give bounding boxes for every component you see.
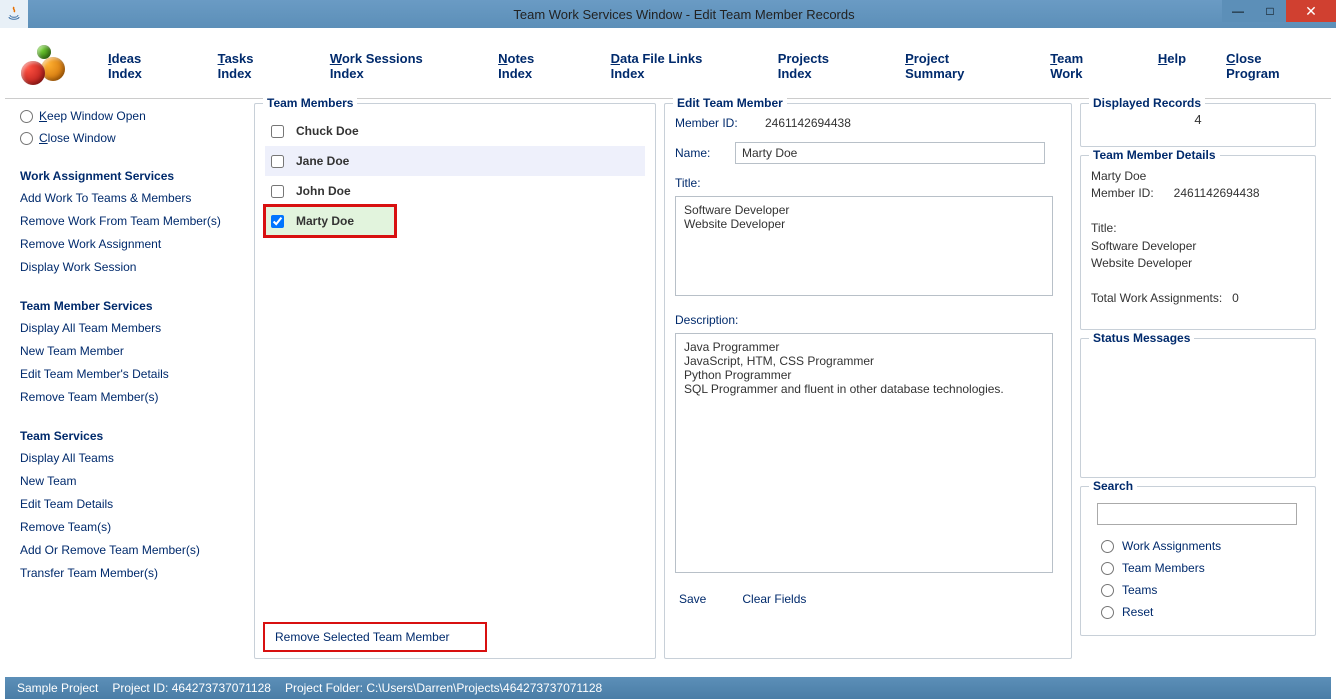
menu-team-work[interactable]: Team Work — [1050, 51, 1118, 81]
menu-tasks-index[interactable]: Tasks Index — [218, 51, 290, 81]
search-input[interactable] — [1097, 503, 1297, 525]
link-display-teams[interactable]: Display All Teams — [20, 451, 242, 465]
link-new-team[interactable]: New Team — [20, 474, 242, 488]
search-radio-teams[interactable]: Teams — [1101, 583, 1305, 597]
menu-notes-index[interactable]: Notes Index — [498, 51, 570, 81]
member-checkbox[interactable] — [271, 185, 284, 198]
link-transfer-members[interactable]: Transfer Team Member(s) — [20, 566, 242, 580]
link-remove-work-member[interactable]: Remove Work From Team Member(s) — [20, 214, 242, 228]
section-team: Team Services — [20, 429, 242, 443]
member-checkbox[interactable] — [271, 125, 284, 138]
title-label: Title: — [675, 176, 1061, 190]
link-remove-teams[interactable]: Remove Team(s) — [20, 520, 242, 534]
description-label: Description: — [675, 313, 1061, 327]
menu-projects-index[interactable]: Projects Index — [778, 51, 865, 81]
search-panel: Search Work Assignments Team Members Tea… — [1080, 486, 1316, 636]
link-add-work[interactable]: Add Work To Teams & Members — [20, 191, 242, 205]
search-radio-team-members[interactable]: Team Members — [1101, 561, 1305, 575]
status-messages-panel: Status Messages — [1080, 338, 1316, 478]
displayed-records-panel: Displayed Records 4 — [1080, 103, 1316, 147]
search-radio-work-assignments[interactable]: Work Assignments — [1101, 539, 1305, 553]
displayed-records-count: 4 — [1091, 112, 1305, 127]
status-project-id: Project ID: 464273737071128 — [112, 681, 271, 695]
link-new-member[interactable]: New Team Member — [20, 344, 242, 358]
link-edit-team[interactable]: Edit Team Details — [20, 497, 242, 511]
team-member-row[interactable]: Jane Doe — [265, 146, 645, 176]
menu-data-file-links-index[interactable]: Data File Links Index — [611, 51, 738, 81]
link-display-members[interactable]: Display All Team Members — [20, 321, 242, 335]
menu-bar: Ideas Index Tasks Index Work Sessions In… — [5, 33, 1331, 99]
radio-close-window[interactable]: Close Window — [20, 131, 242, 145]
link-remove-members[interactable]: Remove Team Member(s) — [20, 390, 242, 404]
name-input[interactable] — [735, 142, 1045, 164]
link-add-remove-members[interactable]: Add Or Remove Team Member(s) — [20, 543, 242, 557]
java-icon — [0, 0, 28, 28]
menu-close-program[interactable]: Close Program — [1226, 51, 1317, 81]
team-members-list: Chuck Doe Jane Doe John Doe Marty Doe — [265, 116, 645, 624]
team-member-row[interactable]: John Doe — [265, 176, 645, 206]
app-logo — [19, 36, 108, 96]
link-display-work[interactable]: Display Work Session — [20, 260, 242, 274]
team-member-row[interactable]: Chuck Doe — [265, 116, 645, 146]
menu-project-summary[interactable]: Project Summary — [905, 51, 1010, 81]
edit-team-member-panel: Edit Team Member Member ID: 246114269443… — [664, 103, 1072, 659]
member-details-text[interactable] — [1091, 168, 1305, 318]
status-project-name: Sample Project — [17, 681, 98, 695]
link-edit-member[interactable]: Edit Team Member's Details — [20, 367, 242, 381]
status-bar: Sample Project Project ID: 4642737370711… — [5, 677, 1331, 699]
member-checkbox[interactable] — [271, 155, 284, 168]
remove-selected-member-button[interactable]: Remove Selected Team Member — [265, 624, 485, 650]
section-work-assignment: Work Assignment Services — [20, 169, 242, 183]
menu-work-sessions-index[interactable]: Work Sessions Index — [330, 51, 458, 81]
section-team-member: Team Member Services — [20, 299, 242, 313]
title-textarea[interactable] — [675, 196, 1053, 296]
link-remove-work-assign[interactable]: Remove Work Assignment — [20, 237, 242, 251]
window-title: Team Work Services Window - Edit Team Me… — [32, 7, 1336, 22]
team-member-details-panel: Team Member Details — [1080, 155, 1316, 330]
status-project-folder: Project Folder: C:\Users\Darren\Projects… — [285, 681, 602, 695]
member-checkbox[interactable] — [271, 215, 284, 228]
search-radio-reset[interactable]: Reset — [1101, 605, 1305, 619]
maximize-button[interactable]: □ — [1254, 0, 1286, 22]
team-member-row-selected[interactable]: Marty Doe — [265, 206, 395, 236]
minimize-button[interactable]: — — [1222, 0, 1254, 22]
menu-help[interactable]: Help — [1158, 51, 1186, 81]
title-bar: Team Work Services Window - Edit Team Me… — [0, 0, 1336, 28]
radio-keep-window-open[interactable]: Keep Window Open — [20, 109, 242, 123]
clear-fields-button[interactable]: Clear Fields — [738, 590, 810, 608]
name-label: Name: — [675, 146, 723, 160]
team-members-panel: Team Members Chuck Doe Jane Doe John Doe… — [254, 103, 656, 659]
save-button[interactable]: Save — [675, 590, 710, 608]
member-id-value: 2461142694438 — [765, 116, 851, 130]
window-controls: — □ ✕ — [1222, 0, 1336, 22]
member-id-label: Member ID: — [675, 116, 753, 130]
sidebar: Keep Window Open Close Window Work Assig… — [6, 103, 246, 671]
menu-ideas-index[interactable]: Ideas Index — [108, 51, 178, 81]
close-button[interactable]: ✕ — [1286, 0, 1336, 22]
description-textarea[interactable] — [675, 333, 1053, 573]
